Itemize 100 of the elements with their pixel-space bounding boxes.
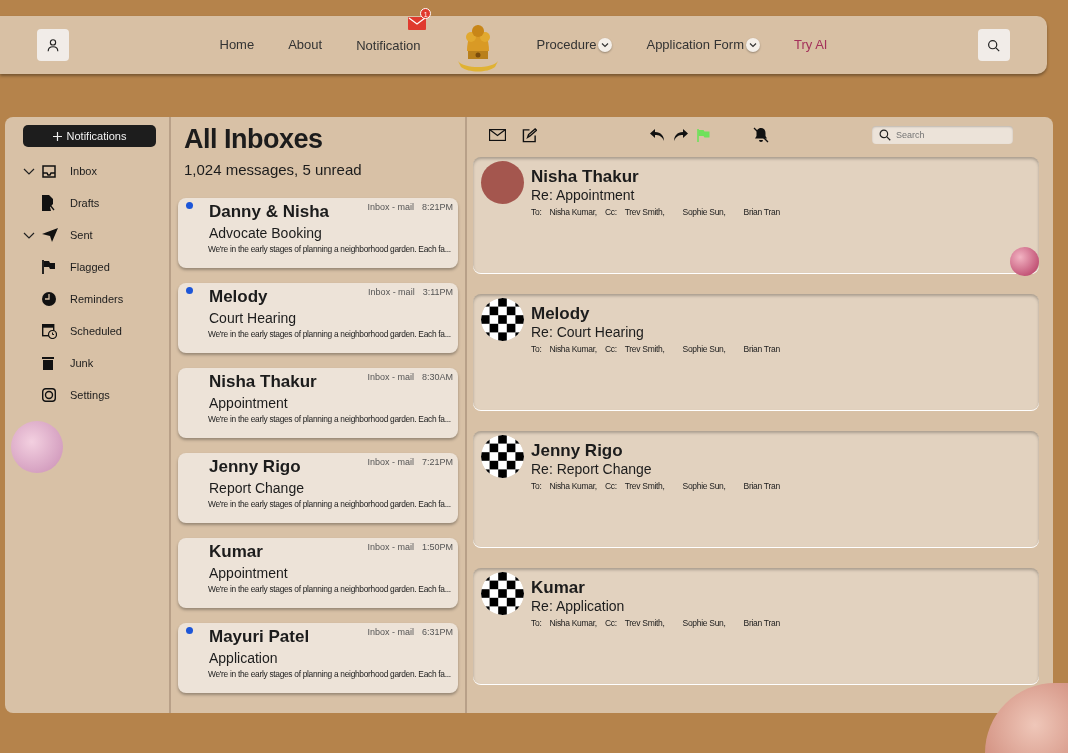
tray-icon (42, 164, 56, 178)
checkered-avatar-icon (481, 435, 524, 478)
message-count: 1,024 messages, 5 unread (184, 160, 363, 181)
message-card[interactable]: Kumar Inbox - mail 1:50PM Appointment We're in the early stages of planning a neighborhood garden. Each fa... (178, 537, 458, 608)
folder-label[interactable]: Settings (70, 386, 110, 404)
nav-link[interactable]: Application Form (646, 35, 760, 55)
mailbox-label: Inbox - mail (367, 200, 414, 214)
recipient-name: Brian Tran (743, 206, 780, 219)
sender-name: Melody (209, 285, 268, 308)
muted-bell-icon[interactable] (752, 127, 770, 143)
chevron-icon (749, 42, 757, 48)
nav-link[interactable]: Try AI (794, 35, 828, 55)
recipient-name: Trev Smith, (624, 206, 665, 219)
checkered-avatar-icon (481, 298, 524, 341)
sender-name: Nisha Thakur (209, 370, 317, 393)
folder-label[interactable]: Scheduled (70, 322, 122, 340)
message-card[interactable]: Nisha Thakur Inbox - mail 8:30AM Appointment We're in the early stages of planning a neighborhood garden. Each fa... (178, 367, 458, 438)
recipient-name: Nisha Kumar, (549, 480, 597, 493)
sender-name: Nisha Thakur (531, 167, 640, 187)
recipient-name: Nisha Kumar, (549, 617, 597, 630)
sender-name: Jenny Rigo (531, 441, 624, 461)
recipient-name: Sophie Sun, (682, 206, 726, 219)
message-preview: We're in the early stages of planning a neighborhood garden. Each fa... (208, 242, 452, 256)
recipient-name: Trev Smith, (624, 617, 665, 630)
user-button[interactable] (37, 29, 69, 61)
calendar-clock-icon (42, 323, 57, 339)
folder-label[interactable]: Reminders (70, 290, 124, 308)
photo-placeholder (481, 161, 524, 204)
nav-link[interactable]: Notification (356, 36, 421, 56)
search-button[interactable] (978, 29, 1010, 61)
recipient-name: Brian Tran (743, 480, 780, 493)
flag-icon (42, 260, 56, 274)
message-card[interactable]: Danny & Nisha Inbox - mail 8:21PM Advocate Booking We're in the early stages of planning a neighborhood garden. Each fa... (178, 197, 458, 268)
nav-link[interactable]: Procedure (536, 35, 613, 55)
forward-icon[interactable] (673, 128, 689, 142)
nav-link[interactable]: Home (219, 35, 255, 55)
recipient-label: Cc: (604, 480, 617, 493)
folder-label[interactable]: Sent (70, 226, 93, 244)
sender-name: Kumar (209, 540, 263, 563)
recipient-name: Sophie Sun, (682, 617, 726, 630)
message-time: 6:31PM (421, 625, 453, 639)
message-card[interactable]: Jenny Rigo Inbox - mail 7:21PM Report Change We're in the early stages of planning a neighborhood garden. Each fa... (178, 452, 458, 523)
new-notification-button[interactable]: Notifications (23, 125, 156, 147)
mailbox-label: Inbox - mail (367, 455, 414, 469)
mailbox-label: Inbox - mail (367, 625, 414, 639)
message-time: 1:50PM (421, 540, 453, 554)
sender-name: Melody (531, 304, 591, 324)
recipient-name: Sophie Sun, (682, 343, 726, 356)
folder-label[interactable]: Drafts (70, 194, 100, 212)
trash-icon (42, 356, 54, 370)
list-title: All Inboxes (184, 123, 324, 156)
plus-icon (52, 131, 62, 141)
thread-subject: Re: Report Change (531, 461, 653, 477)
sender-name: Danny & Nisha (209, 200, 329, 223)
sender-name: Mayuri Patel (209, 625, 310, 648)
message-subject: Appointment (209, 563, 288, 583)
mail-icon (408, 17, 427, 31)
compose-icon[interactable] (522, 127, 537, 143)
message-subject: Report Change (209, 478, 304, 498)
message-preview: We're in the early stages of planning a neighborhood garden. Each fa... (208, 327, 452, 341)
paper-plane-icon (42, 228, 58, 242)
message-time: 8:30AM (421, 370, 453, 384)
document-icon (42, 195, 55, 211)
search-field[interactable]: Search (872, 126, 1013, 144)
recipient-name: Sophie Sun, (682, 480, 726, 493)
recipient-name: Brian Tran (743, 617, 780, 630)
message-time: 7:21PM (421, 455, 453, 469)
recipient-label: Cc: (604, 206, 617, 219)
recipient-label: To: (531, 206, 542, 219)
message-preview: We're in the early stages of planning a neighborhood garden. Each fa... (208, 582, 452, 596)
sender-name: Kumar (531, 578, 586, 598)
recipient-label: Cc: (604, 343, 617, 356)
recipient-label: To: (531, 343, 542, 356)
mailbox-label: Inbox - mail (367, 540, 414, 554)
message-subject: Appointment (209, 393, 288, 413)
search-icon (987, 38, 1001, 52)
reply-icon[interactable] (649, 128, 665, 142)
folder-label[interactable]: Flagged (70, 258, 110, 276)
folder-label[interactable]: Inbox (70, 162, 97, 180)
recipient-label: To: (531, 480, 542, 493)
recipient-name: Trev Smith, (624, 480, 665, 493)
recipient-label: Cc: (604, 617, 617, 630)
mail-icon[interactable] (489, 129, 506, 141)
thread-subject: Re: Court Hearing (531, 324, 645, 340)
settings-icon (42, 388, 56, 402)
mailbox-label: Inbox - mail (368, 285, 415, 299)
nav-link[interactable]: About (288, 35, 323, 55)
mailbox-label: Inbox - mail (367, 370, 414, 384)
message-subject: Advocate Booking (209, 223, 322, 243)
checkered-avatar-icon (481, 572, 524, 615)
recipient-name: Nisha Kumar, (549, 343, 597, 356)
thread-subject: Re: Appointment (531, 187, 636, 203)
user-icon (46, 38, 60, 52)
message-time: 8:21PM (421, 200, 453, 214)
message-subject: Application (209, 648, 278, 668)
message-preview: We're in the early stages of planning a neighborhood garden. Each fa... (208, 412, 452, 426)
message-card[interactable]: Melody Inbox - mail 3:11PM Court Hearing We're in the early stages of planning a neighborhood garden. Each fa... (178, 282, 458, 353)
message-preview: We're in the early stages of planning a neighborhood garden. Each fa... (208, 497, 452, 511)
message-card[interactable]: Mayuri Patel Inbox - mail 6:31PM Application We're in the early stages of planning a neighborhood garden. Each fa... (178, 622, 458, 693)
folder-label[interactable]: Junk (70, 354, 94, 372)
